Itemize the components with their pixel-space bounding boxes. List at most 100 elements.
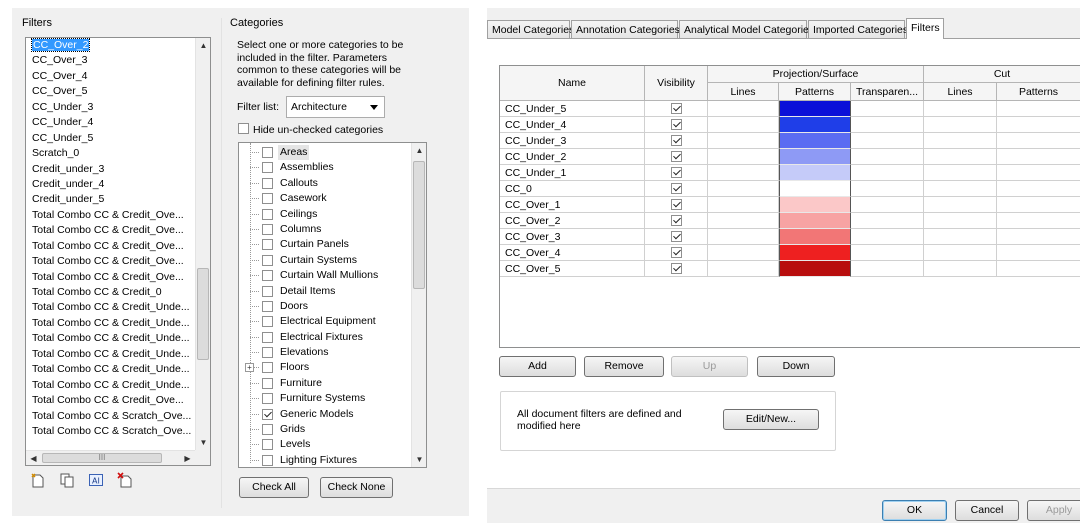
- filter-list-item[interactable]: Total Combo CC & Scratch_Ove...: [26, 409, 196, 424]
- category-item[interactable]: Levels: [239, 437, 411, 452]
- filter-list-item[interactable]: Total Combo CC & Credit_Unde...: [26, 300, 196, 315]
- scroll-thumb[interactable]: [413, 161, 425, 289]
- visibility-checkbox[interactable]: [671, 135, 682, 146]
- filter-name-cell[interactable]: CC_0: [500, 181, 645, 197]
- table-row[interactable]: CC_Under_5: [500, 101, 1080, 117]
- filter-list-item[interactable]: CC_Over_3: [26, 53, 196, 68]
- rename-filter-icon[interactable]: AI: [88, 472, 104, 488]
- lines-cell[interactable]: [708, 149, 779, 165]
- filters-listbox[interactable]: CC_Over_2 CC_Over_3 CC_Over_4 CC_Over_5 CC_U…: [25, 37, 211, 466]
- scroll-up-icon[interactable]: ▲: [412, 143, 426, 158]
- lines-cell[interactable]: [708, 181, 779, 197]
- filter-list-item[interactable]: Total Combo CC & Credit_Ove...: [26, 239, 196, 254]
- category-checkbox[interactable]: [262, 177, 273, 189]
- filter-list-item[interactable]: Total Combo CC & Credit_Unde...: [26, 316, 196, 331]
- cutpat-cell[interactable]: [997, 165, 1080, 181]
- filter-list-item[interactable]: Credit_under_5: [26, 192, 196, 207]
- transp-cell[interactable]: [851, 197, 924, 213]
- category-checkbox[interactable]: [262, 424, 273, 436]
- category-checkbox[interactable]: [262, 254, 273, 266]
- lines-cell[interactable]: [708, 261, 779, 277]
- table-row[interactable]: CC_Over_4: [500, 245, 1080, 261]
- category-item[interactable]: Elevations: [239, 345, 411, 360]
- category-checkbox[interactable]: [262, 362, 273, 374]
- category-item[interactable]: Electrical Fixtures: [239, 330, 411, 345]
- category-item[interactable]: Grids: [239, 422, 411, 437]
- table-row[interactable]: CC_Under_2: [500, 149, 1080, 165]
- table-row[interactable]: CC_Under_1: [500, 165, 1080, 181]
- category-checkbox[interactable]: [262, 316, 273, 328]
- table-row[interactable]: CC_Under_4: [500, 117, 1080, 133]
- filter-list-item[interactable]: Total Combo CC & Scratch_Ove...: [26, 424, 196, 439]
- filter-list-item[interactable]: Total Combo CC & Credit_Ove...: [26, 393, 196, 408]
- duplicate-filter-icon[interactable]: [59, 472, 75, 488]
- filter-name-cell[interactable]: CC_Under_4: [500, 117, 645, 133]
- category-item[interactable]: Curtain Systems: [239, 253, 411, 268]
- scroll-right-icon[interactable]: ▶: [180, 451, 195, 465]
- category-item[interactable]: Furniture Systems: [239, 391, 411, 406]
- category-checkbox[interactable]: [262, 223, 273, 235]
- cutlines-cell[interactable]: [924, 197, 997, 213]
- category-checkbox[interactable]: [262, 454, 273, 466]
- filters-vertical-scrollbar[interactable]: ▲ ▼: [195, 38, 210, 450]
- cutlines-cell[interactable]: [924, 245, 997, 261]
- apply-button[interactable]: Apply: [1027, 500, 1080, 521]
- visibility-cell[interactable]: [645, 117, 708, 133]
- pattern-color-swatch[interactable]: [779, 261, 851, 277]
- lines-cell[interactable]: [708, 133, 779, 149]
- visibility-checkbox[interactable]: [671, 151, 682, 162]
- header-patterns[interactable]: Patterns: [779, 83, 851, 101]
- header-visibility[interactable]: Visibility: [645, 66, 708, 101]
- visibility-cell[interactable]: [645, 245, 708, 261]
- visibility-cell[interactable]: [645, 149, 708, 165]
- category-item[interactable]: Generic Models: [239, 407, 411, 422]
- edit-new-button[interactable]: Edit/New...: [723, 409, 819, 430]
- visibility-cell[interactable]: [645, 261, 708, 277]
- cutpat-cell[interactable]: [997, 133, 1080, 149]
- filter-list-item[interactable]: CC_Over_4: [26, 69, 196, 84]
- filter-list-item[interactable]: Total Combo CC & Credit_Unde...: [26, 347, 196, 362]
- visibility-checkbox[interactable]: [671, 231, 682, 242]
- table-row[interactable]: CC_Over_2: [500, 213, 1080, 229]
- tab-model-categories[interactable]: Model Categories: [487, 20, 574, 39]
- check-none-button[interactable]: Check None: [320, 477, 393, 498]
- pattern-color-swatch[interactable]: [779, 149, 851, 165]
- table-row[interactable]: CC_Under_3: [500, 133, 1080, 149]
- pattern-color-swatch[interactable]: [779, 213, 851, 229]
- category-item[interactable]: Curtain Panels: [239, 237, 411, 252]
- visibility-cell[interactable]: [645, 165, 708, 181]
- table-row[interactable]: CC_Over_1: [500, 197, 1080, 213]
- header-name[interactable]: Name: [500, 66, 645, 101]
- new-filter-icon[interactable]: [30, 472, 46, 488]
- visibility-cell[interactable]: [645, 229, 708, 245]
- filter-list-item[interactable]: Credit_under_4: [26, 177, 196, 192]
- delete-filter-icon[interactable]: [117, 472, 133, 488]
- category-checkbox[interactable]: [262, 270, 273, 282]
- table-row[interactable]: CC_0: [500, 181, 1080, 197]
- filter-list-item[interactable]: Total Combo CC & Credit_Unde...: [26, 378, 196, 393]
- cutlines-cell[interactable]: [924, 101, 997, 117]
- remove-button[interactable]: Remove: [584, 356, 664, 377]
- filter-list-item[interactable]: CC_Over_5: [26, 84, 196, 99]
- visibility-checkbox[interactable]: [671, 215, 682, 226]
- filter-name-cell[interactable]: CC_Under_5: [500, 101, 645, 117]
- lines-cell[interactable]: [708, 117, 779, 133]
- filter-name-cell[interactable]: CC_Over_2: [500, 213, 645, 229]
- category-checkbox[interactable]: [262, 285, 273, 297]
- hscroll-thumb[interactable]: III: [42, 453, 162, 463]
- categories-tree[interactable]: Areas Assemblies Callouts Casework Ceilings C…: [238, 142, 427, 468]
- category-item[interactable]: Assemblies: [239, 160, 411, 175]
- table-row[interactable]: CC_Over_5: [500, 261, 1080, 277]
- scroll-down-icon[interactable]: ▼: [196, 435, 210, 450]
- category-checkbox[interactable]: [262, 208, 273, 220]
- transp-cell[interactable]: [851, 165, 924, 181]
- pattern-color-swatch[interactable]: [779, 101, 851, 117]
- cutpat-cell[interactable]: [997, 213, 1080, 229]
- filter-list-item[interactable]: Total Combo CC & Credit_Ove...: [26, 270, 196, 285]
- header-transparency[interactable]: Transparen...: [851, 83, 924, 101]
- pattern-color-swatch[interactable]: [779, 133, 851, 149]
- transp-cell[interactable]: [851, 245, 924, 261]
- cancel-button[interactable]: Cancel: [955, 500, 1019, 521]
- filter-list-item[interactable]: Total Combo CC & Credit_Unde...: [26, 362, 196, 377]
- transp-cell[interactable]: [851, 261, 924, 277]
